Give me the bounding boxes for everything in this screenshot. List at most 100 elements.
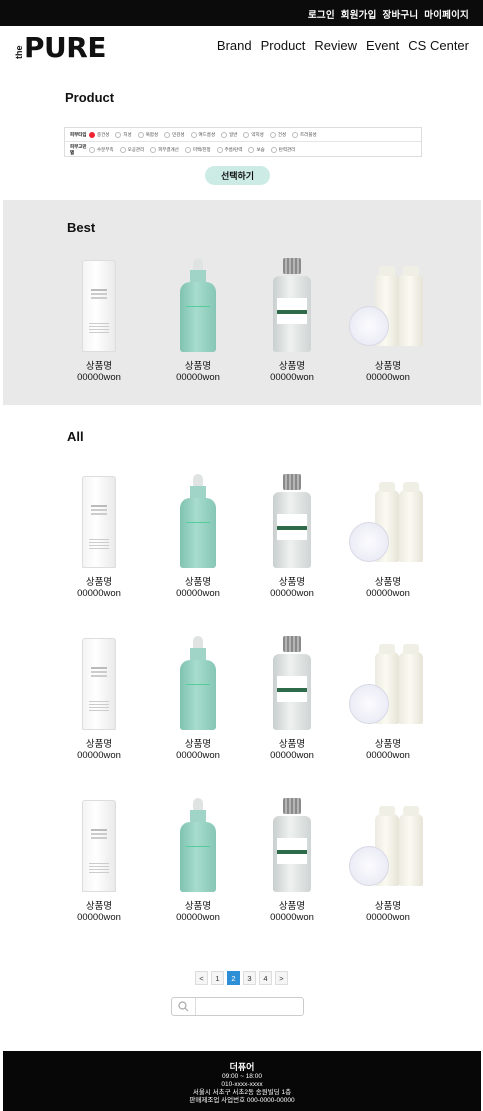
product-image[interactable] — [345, 472, 431, 570]
product-image[interactable] — [345, 796, 431, 894]
radio-icon[interactable] — [270, 147, 277, 153]
radio-icon[interactable] — [115, 131, 122, 138]
product-name[interactable]: 상품명 — [56, 574, 142, 588]
filter-option[interactable]: 민감성 — [164, 131, 185, 138]
nav-brand[interactable]: Brand — [217, 38, 252, 53]
product-card[interactable]: 상품명 00000won — [249, 796, 335, 923]
radio-icon[interactable] — [190, 131, 197, 138]
page-4[interactable]: 4 — [259, 971, 272, 985]
product-name[interactable]: 상품명 — [249, 574, 335, 588]
prev-page-button[interactable]: < — [195, 971, 208, 985]
radio-icon[interactable] — [150, 147, 157, 153]
filter-option[interactable]: 주름/탄력 — [216, 147, 242, 153]
filter-option[interactable]: 지성 — [115, 131, 132, 138]
product-card[interactable]: 상품명 00000won — [345, 256, 431, 383]
search-input[interactable] — [198, 999, 300, 1014]
product-image[interactable] — [155, 472, 241, 570]
radio-icon[interactable] — [243, 131, 250, 138]
product-name[interactable]: 상품명 — [345, 358, 431, 372]
product-name[interactable]: 상품명 — [155, 574, 241, 588]
radio-icon[interactable] — [119, 147, 126, 153]
serum-bottle-icon — [180, 258, 216, 352]
login-link[interactable]: 로그인 — [308, 7, 335, 21]
product-card[interactable]: 상품명 00000won — [249, 472, 335, 599]
product-image[interactable] — [345, 634, 431, 732]
product-name[interactable]: 상품명 — [56, 898, 142, 912]
product-name[interactable]: 상품명 — [249, 898, 335, 912]
nav-product[interactable]: Product — [261, 38, 306, 53]
product-card[interactable]: 상품명 00000won — [155, 256, 241, 383]
product-name[interactable]: 상품명 — [345, 574, 431, 588]
product-card[interactable]: 상품명 00000won — [249, 256, 335, 383]
product-card[interactable]: 상품명 00000won — [56, 256, 142, 383]
product-image[interactable] — [155, 634, 241, 732]
radio-icon[interactable] — [292, 131, 299, 138]
product-name[interactable]: 상품명 — [249, 736, 335, 750]
radio-icon[interactable] — [137, 131, 144, 138]
radio-icon[interactable] — [248, 147, 255, 153]
product-image[interactable] — [249, 634, 335, 732]
page-2-current[interactable]: 2 — [227, 971, 240, 985]
product-name[interactable]: 상품명 — [56, 736, 142, 750]
filter-option[interactable]: 건성 — [269, 131, 286, 138]
filter-option[interactable]: 복합성 — [137, 131, 158, 138]
filter-option[interactable]: 탄력관리 — [270, 147, 295, 153]
product-card[interactable]: 상품명 00000won — [56, 796, 142, 923]
nav-review[interactable]: Review — [314, 38, 357, 53]
product-card[interactable]: 상품명 00000won — [56, 634, 142, 761]
product-name[interactable]: 상품명 — [56, 358, 142, 372]
product-card[interactable]: 상품명 00000won — [155, 472, 241, 599]
filter-option[interactable]: 여드름성 — [190, 131, 215, 138]
product-image[interactable] — [56, 256, 142, 354]
product-image[interactable] — [155, 256, 241, 354]
product-image[interactable] — [155, 796, 241, 894]
product-name[interactable]: 상품명 — [155, 358, 241, 372]
signup-link[interactable]: 회원가입 — [341, 7, 377, 21]
search-icon[interactable] — [172, 998, 196, 1015]
filter-option[interactable]: 약지성 — [243, 131, 264, 138]
radio-icon[interactable] — [221, 131, 228, 138]
filter-option[interactable]: 보습 — [248, 147, 265, 153]
filter-option[interactable]: 트러블성 — [292, 131, 317, 138]
cart-link[interactable]: 장바구니 — [383, 7, 419, 21]
radio-icon[interactable] — [164, 131, 171, 138]
filter-option[interactable]: 수분부족 — [89, 147, 114, 153]
radio-icon[interactable] — [216, 147, 223, 153]
filter-option[interactable]: 모공관리 — [119, 147, 144, 153]
product-image[interactable] — [249, 472, 335, 570]
radio-icon[interactable] — [184, 147, 191, 153]
product-name[interactable]: 상품명 — [155, 898, 241, 912]
product-name[interactable]: 상품명 — [249, 358, 335, 372]
filter-option[interactable]: 일반 — [221, 131, 237, 138]
filter-option[interactable]: 피부결개선 — [150, 147, 179, 153]
product-name[interactable]: 상품명 — [345, 898, 431, 912]
product-card[interactable]: 상품명 00000won — [249, 634, 335, 761]
filter-option[interactable]: 중건성 — [89, 131, 109, 138]
product-card[interactable]: 상품명 00000won — [345, 634, 431, 761]
product-name[interactable]: 상품명 — [345, 736, 431, 750]
product-image[interactable] — [249, 256, 335, 354]
page-3[interactable]: 3 — [243, 971, 256, 985]
radio-icon[interactable] — [89, 147, 95, 153]
product-card[interactable]: 상품명 00000won — [345, 796, 431, 923]
nav-event[interactable]: Event — [366, 38, 399, 53]
product-card[interactable]: 상품명 00000won — [345, 472, 431, 599]
product-name[interactable]: 상품명 — [155, 736, 241, 750]
page-1[interactable]: 1 — [211, 971, 224, 985]
nav-cs-center[interactable]: CS Center — [408, 38, 469, 53]
product-card[interactable]: 상품명 00000won — [56, 472, 142, 599]
product-card[interactable]: 상품명 00000won — [155, 634, 241, 761]
product-image[interactable] — [249, 796, 335, 894]
product-image[interactable] — [56, 796, 142, 894]
product-image[interactable] — [56, 634, 142, 732]
mypage-link[interactable]: 마이페이지 — [424, 7, 469, 21]
select-button[interactable]: 선택하기 — [205, 166, 270, 185]
filter-option[interactable]: 미백/진정 — [184, 147, 211, 153]
radio-icon[interactable] — [269, 131, 276, 138]
product-image[interactable] — [345, 256, 431, 354]
checked-radio-icon[interactable] — [89, 131, 95, 138]
product-card[interactable]: 상품명 00000won — [155, 796, 241, 923]
next-page-button[interactable]: > — [275, 971, 288, 985]
product-image[interactable] — [56, 472, 142, 570]
logo[interactable]: the PURE — [14, 31, 114, 64]
